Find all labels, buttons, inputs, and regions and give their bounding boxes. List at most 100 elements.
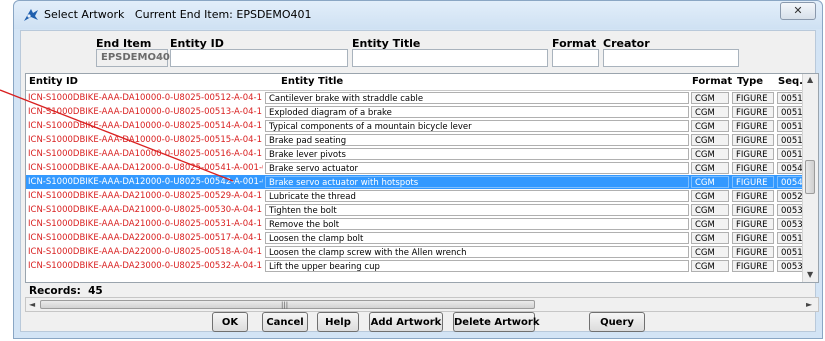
column-type[interactable]: Type bbox=[737, 76, 763, 87]
entity-id-cell: ICN-S1000DBIKE-AAA-DA23000-0-U8025-00532… bbox=[28, 261, 263, 271]
seq-cell: 0051 bbox=[777, 92, 804, 104]
type-cell: FIGURE bbox=[732, 204, 774, 216]
column-format[interactable]: Format bbox=[692, 76, 732, 87]
entity-id-cell: ICN-S1000DBIKE-AAA-DA21000-0-U8025-00529… bbox=[28, 191, 263, 201]
entity-id-cell: ICN-S1000DBIKE-AAA-DA22000-0-U8025-00518… bbox=[28, 247, 263, 257]
format-cell: CGM bbox=[691, 190, 729, 202]
entity-id-cell: ICN-S1000DBIKE-AAA-DA21000-0-U8025-00530… bbox=[28, 205, 263, 215]
help-button[interactable]: Help bbox=[317, 312, 359, 332]
seq-cell: 0053 bbox=[777, 204, 804, 216]
table-row[interactable]: ICN-S1000DBIKE-AAA-DA10000-0-U8025-00516… bbox=[26, 147, 804, 161]
entity-id-cell: ICN-S1000DBIKE-AAA-DA21000-0-U8025-00531… bbox=[28, 219, 263, 229]
entity-id-cell: ICN-S1000DBIKE-AAA-DA22000-0-U8025-00517… bbox=[28, 233, 263, 243]
table-row[interactable]: ICN-S1000DBIKE-AAA-DA12000-0-U8025-00542… bbox=[26, 175, 804, 189]
entity-title-cell: Lubricate the thread bbox=[265, 190, 689, 202]
table-header: Entity ID Entity Title Format Type Seq. bbox=[26, 74, 804, 91]
seq-cell: 0051 bbox=[777, 106, 804, 118]
table-row[interactable]: ICN-S1000DBIKE-AAA-DA12000-0-U8025-00541… bbox=[26, 161, 804, 175]
delete-artwork-button[interactable]: Delete Artwork bbox=[453, 312, 539, 332]
entity-title-cell: Lift the upper bearing cup bbox=[265, 260, 689, 272]
format-input[interactable] bbox=[552, 49, 599, 67]
column-entity-title[interactable]: Entity Title bbox=[281, 76, 343, 87]
app-logo-icon bbox=[23, 7, 39, 23]
vertical-scroll-thumb[interactable] bbox=[805, 160, 815, 194]
entity-title-cell: Remove the bolt bbox=[265, 218, 689, 230]
format-cell: CGM bbox=[691, 246, 729, 258]
close-button[interactable]: ✕ bbox=[780, 2, 816, 20]
scroll-right-icon[interactable]: ► bbox=[806, 300, 812, 309]
type-cell: FIGURE bbox=[732, 190, 774, 202]
type-cell: FIGURE bbox=[732, 134, 774, 146]
table-row[interactable]: ICN-S1000DBIKE-AAA-DA23000-0-U8025-00532… bbox=[26, 259, 804, 273]
entity-title-cell: Cantilever brake with straddle cable bbox=[265, 92, 689, 104]
end-item-value: EPSDEMO401 bbox=[101, 52, 177, 63]
format-cell: CGM bbox=[691, 218, 729, 230]
entity-title-cell: Loosen the clamp screw with the Allen wr… bbox=[265, 246, 689, 258]
format-cell: CGM bbox=[691, 120, 729, 132]
format-cell: CGM bbox=[691, 176, 729, 188]
creator-input[interactable] bbox=[603, 49, 739, 67]
horizontal-scrollbar[interactable]: ◄ ||| ► bbox=[25, 297, 819, 312]
entity-title-input[interactable] bbox=[352, 49, 548, 67]
entity-id-cell: ICN-S1000DBIKE-AAA-DA10000-0-U8025-00513… bbox=[28, 107, 263, 117]
table-row[interactable]: ICN-S1000DBIKE-AAA-DA21000-0-U8025-00529… bbox=[26, 189, 804, 203]
ok-button[interactable]: OK bbox=[212, 312, 248, 332]
seq-cell: 0051 bbox=[777, 246, 804, 258]
window-title: Select Artwork Current End Item: EPSDEMO… bbox=[44, 8, 312, 21]
column-seq[interactable]: Seq. bbox=[778, 76, 803, 87]
type-cell: FIGURE bbox=[732, 92, 774, 104]
entity-title-cell: Brake pad seating bbox=[265, 134, 689, 146]
format-cell: CGM bbox=[691, 148, 729, 160]
table-row[interactable]: ICN-S1000DBIKE-AAA-DA21000-0-U8025-00530… bbox=[26, 203, 804, 217]
type-cell: FIGURE bbox=[732, 218, 774, 230]
records-count: Records: 45 bbox=[29, 285, 103, 297]
entity-title-cell: Exploded diagram of a brake bbox=[265, 106, 689, 118]
chevron-down-icon: ⌄ bbox=[156, 52, 164, 62]
type-cell: FIGURE bbox=[732, 162, 774, 174]
entity-title-cell: Typical components of a mountain bicycle… bbox=[265, 120, 689, 132]
query-button[interactable]: Query bbox=[589, 312, 645, 332]
seq-cell: 0053 bbox=[777, 260, 804, 272]
scroll-up-icon[interactable]: ▲ bbox=[807, 75, 813, 84]
type-cell: FIGURE bbox=[732, 260, 774, 272]
entity-id-input[interactable] bbox=[170, 49, 348, 67]
table-row[interactable]: ICN-S1000DBIKE-AAA-DA10000-0-U8025-00513… bbox=[26, 105, 804, 119]
entity-id-cell: ICN-S1000DBIKE-AAA-DA10000-0-U8025-00514… bbox=[28, 121, 263, 131]
type-cell: FIGURE bbox=[732, 106, 774, 118]
seq-cell: 0052 bbox=[777, 190, 804, 202]
entity-title-cell: Brake servo actuator bbox=[265, 162, 689, 174]
seq-cell: 0051 bbox=[777, 148, 804, 160]
entity-title-cell: Tighten the bolt bbox=[265, 204, 689, 216]
records-value: 45 bbox=[88, 285, 103, 297]
entity-title-cell: Loosen the clamp bolt bbox=[265, 232, 689, 244]
cancel-button[interactable]: Cancel bbox=[262, 312, 308, 332]
add-artwork-button[interactable]: Add Artwork bbox=[369, 312, 443, 332]
format-cell: CGM bbox=[691, 106, 729, 118]
close-icon: ✕ bbox=[793, 4, 803, 17]
current-end-item: Current End Item: EPSDEMO401 bbox=[134, 8, 312, 21]
format-cell: CGM bbox=[691, 134, 729, 146]
table-row[interactable]: ICN-S1000DBIKE-AAA-DA22000-0-U8025-00517… bbox=[26, 231, 804, 245]
seq-cell: 0051 bbox=[777, 232, 804, 244]
table-row[interactable]: ICN-S1000DBIKE-AAA-DA10000-0-U8025-00514… bbox=[26, 119, 804, 133]
table-row[interactable]: ICN-S1000DBIKE-AAA-DA22000-0-U8025-00518… bbox=[26, 245, 804, 259]
table-row[interactable]: ICN-S1000DBIKE-AAA-DA10000-0-U8025-00515… bbox=[26, 133, 804, 147]
entity-id-cell: ICN-S1000DBIKE-AAA-DA12000-0-U8025-00542… bbox=[28, 177, 263, 187]
table-row[interactable]: ICN-S1000DBIKE-AAA-DA21000-0-U8025-00531… bbox=[26, 217, 804, 231]
dialog-body: End Item Entity ID Entity Title Format C… bbox=[20, 30, 819, 332]
type-cell: FIGURE bbox=[732, 176, 774, 188]
records-label: Records: bbox=[29, 285, 81, 297]
column-entity-id[interactable]: Entity ID bbox=[29, 76, 78, 87]
scroll-down-icon[interactable]: ▼ bbox=[807, 270, 813, 279]
end-item-dropdown[interactable]: EPSDEMO401 ⌄ bbox=[96, 49, 177, 67]
type-cell: FIGURE bbox=[732, 232, 774, 244]
entity-id-cell: ICN-S1000DBIKE-AAA-DA10000-0-U8025-00515… bbox=[28, 135, 263, 145]
artwork-table: Entity ID Entity Title Format Type Seq. … bbox=[25, 73, 819, 283]
scroll-left-icon[interactable]: ◄ bbox=[29, 300, 35, 309]
vertical-scrollbar[interactable]: ▲ ▼ bbox=[802, 74, 818, 282]
entity-id-cell: ICN-S1000DBIKE-AAA-DA10000-0-U8025-00512… bbox=[28, 93, 263, 103]
format-cell: CGM bbox=[691, 232, 729, 244]
table-row[interactable]: ICN-S1000DBIKE-AAA-DA10000-0-U8025-00512… bbox=[26, 91, 804, 105]
horizontal-scroll-thumb[interactable]: ||| bbox=[40, 300, 535, 309]
entity-title-cell: Brake servo actuator with hotspots bbox=[265, 176, 689, 188]
